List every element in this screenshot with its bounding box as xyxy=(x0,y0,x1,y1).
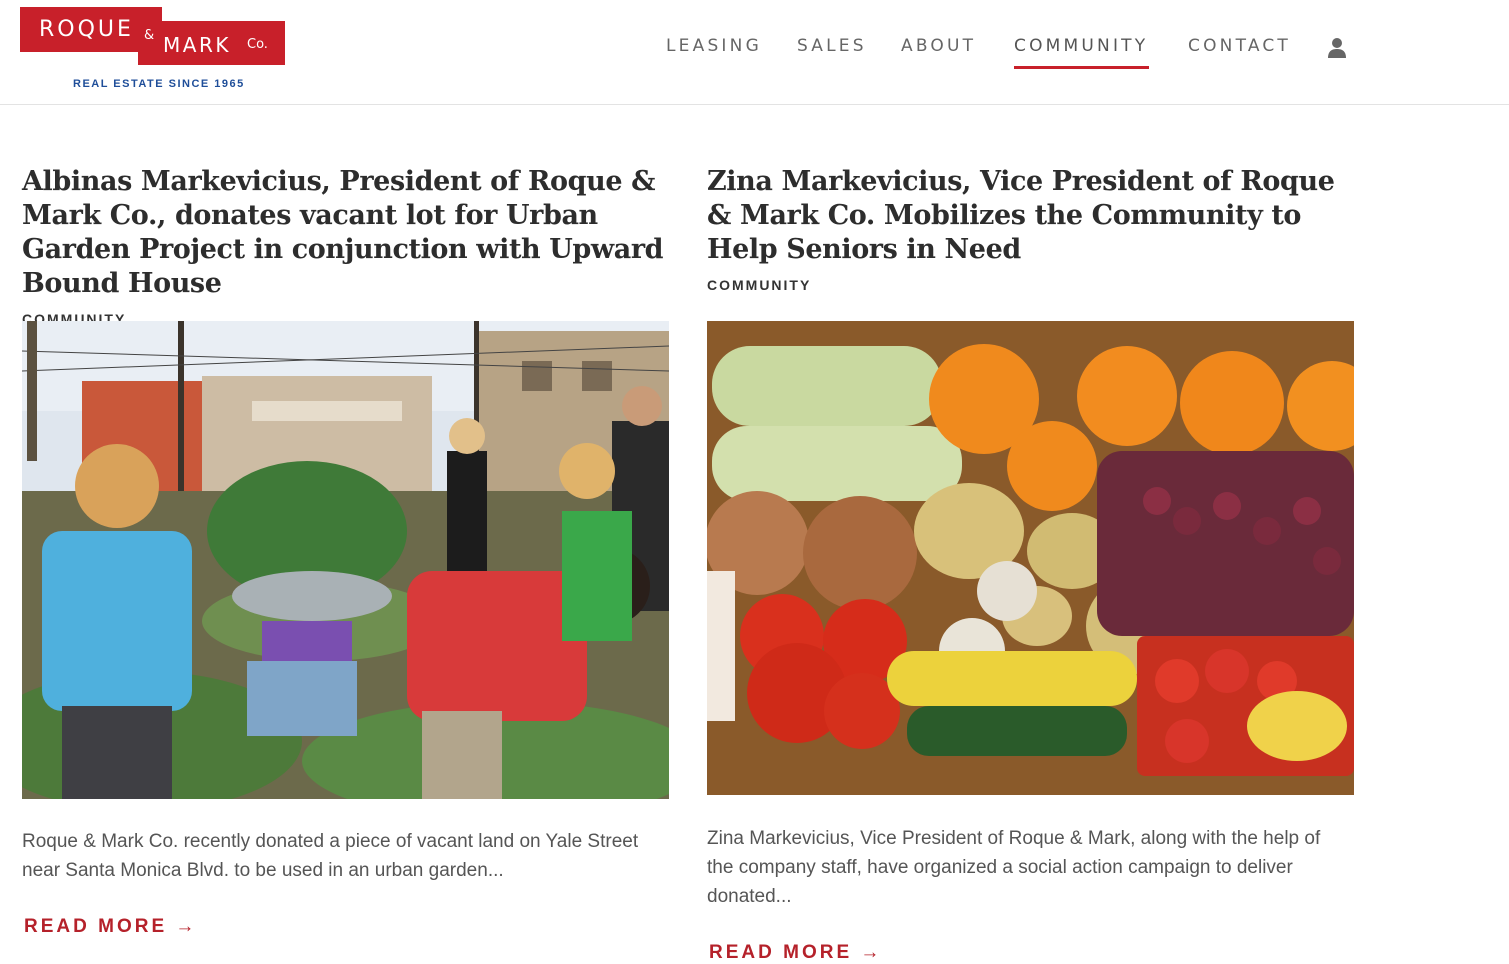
article-card-seniors-in-need: Zina Markevicius, Vice President of Roqu… xyxy=(707,165,1357,963)
nav-leasing[interactable]: LEASING xyxy=(666,36,762,56)
logo-word-mark: MARK xyxy=(163,33,231,57)
user-account-icon[interactable] xyxy=(1327,37,1347,59)
logo-tagline: REAL ESTATE SINCE 1965 xyxy=(73,78,245,90)
nav-active-indicator xyxy=(1014,66,1149,69)
nav-community[interactable]: COMMUNITY xyxy=(1014,36,1148,56)
urban-garden-photo[interactable] xyxy=(22,321,669,799)
logo-ampersand: & xyxy=(144,28,155,43)
article-title[interactable]: Zina Markevicius, Vice President of Roqu… xyxy=(707,165,1357,267)
logo-co: Co. xyxy=(247,37,268,52)
logo-word-roque: ROQUE xyxy=(39,17,134,42)
article-title[interactable]: Albinas Markevicius, President of Roque … xyxy=(22,165,672,301)
read-more-link[interactable]: READ MORE → xyxy=(24,916,197,938)
produce-box-photo[interactable] xyxy=(707,321,1354,795)
roque-mark-logo[interactable]: ROQUE & MARK Co. REAL ESTATE SINCE 1965 xyxy=(20,7,286,93)
article-excerpt: Zina Markevicius, Vice President of Roqu… xyxy=(707,828,1321,907)
nav-sales[interactable]: SALES xyxy=(797,36,867,56)
read-more-link[interactable]: READ MORE → xyxy=(709,942,882,964)
article-category[interactable]: COMMUNITY xyxy=(707,277,1357,293)
site-header: ROQUE & MARK Co. REAL ESTATE SINCE 1965 … xyxy=(0,0,1509,105)
nav-contact[interactable]: CONTACT xyxy=(1188,36,1291,56)
nav-about[interactable]: ABOUT xyxy=(901,36,976,56)
article-excerpt: Roque & Mark Co. recently donated a piec… xyxy=(22,831,639,881)
article-card-urban-garden: Albinas Markevicius, President of Roque … xyxy=(22,165,672,937)
